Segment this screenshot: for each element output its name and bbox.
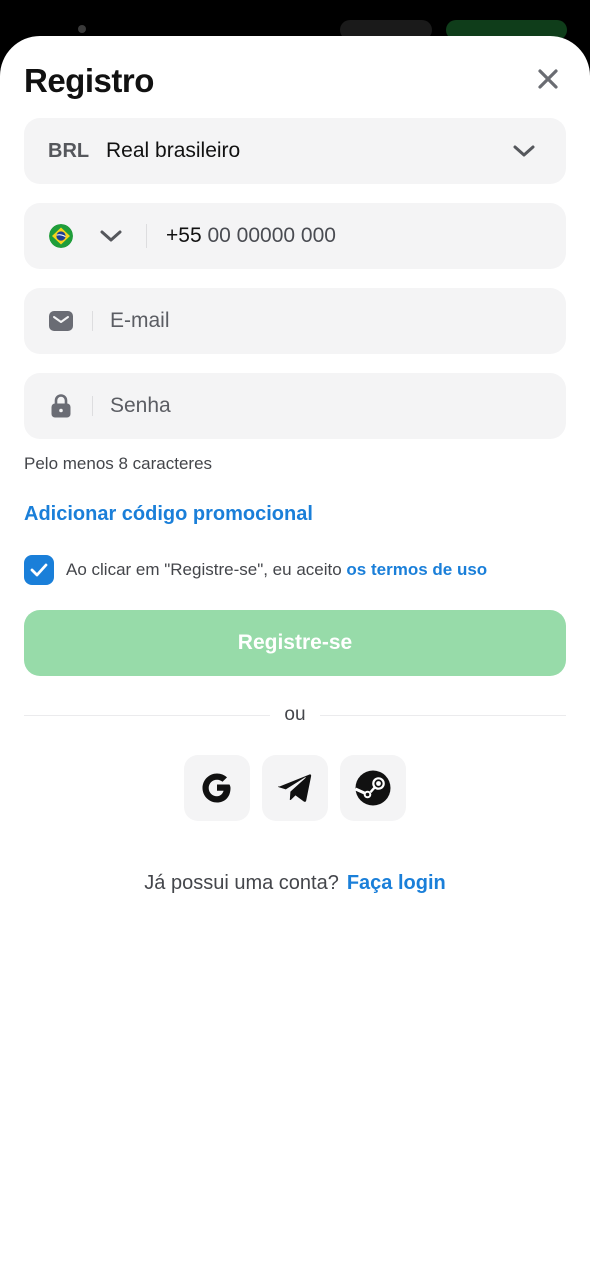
google-login-button[interactable] bbox=[184, 755, 250, 821]
telegram-icon bbox=[278, 774, 312, 802]
divider bbox=[92, 311, 93, 331]
steam-icon bbox=[354, 770, 391, 806]
currency-code: BRL bbox=[48, 139, 90, 162]
telegram-login-button[interactable] bbox=[262, 755, 328, 821]
or-divider: ou bbox=[24, 704, 566, 728]
login-link[interactable]: Faça login bbox=[347, 872, 446, 894]
divider bbox=[146, 224, 147, 248]
registration-sheet: Registro BRL Real brasileiro +55 00 0000… bbox=[0, 36, 590, 1280]
lock-icon bbox=[48, 394, 74, 418]
add-promo-code-link[interactable]: Adicionar código promocional bbox=[24, 503, 313, 526]
country-code: +55 bbox=[166, 224, 202, 247]
phone-field: +55 00 00000 000 bbox=[24, 203, 566, 269]
password-hint: Pelo menos 8 caracteres bbox=[24, 454, 213, 473]
chevron-down-icon bbox=[509, 138, 539, 164]
steam-login-button[interactable] bbox=[340, 755, 406, 821]
checkmark-icon bbox=[30, 563, 48, 577]
login-prompt: Já possui uma conta? Faça login bbox=[0, 872, 590, 895]
backdrop-indicator bbox=[78, 25, 86, 33]
divider bbox=[92, 396, 93, 416]
login-prompt-text: Já possui uma conta? bbox=[144, 872, 339, 894]
terms-checkbox[interactable] bbox=[24, 555, 54, 585]
brazil-flag-icon[interactable] bbox=[49, 224, 73, 248]
close-icon bbox=[538, 69, 558, 89]
email-input[interactable] bbox=[110, 288, 550, 354]
password-field bbox=[24, 373, 566, 439]
google-icon bbox=[202, 773, 231, 803]
phone-input[interactable]: +55 00 00000 000 bbox=[166, 224, 336, 248]
terms-label: Ao clicar em "Registre-se", eu aceito os… bbox=[66, 560, 487, 580]
currency-select[interactable]: BRL Real brasileiro bbox=[24, 118, 566, 184]
terms-of-use-link[interactable]: os termos de uso bbox=[346, 560, 487, 579]
terms-text: Ao clicar em "Registre-se", eu aceito bbox=[66, 560, 347, 579]
phone-placeholder: 00 00000 000 bbox=[207, 224, 336, 247]
page-title: Registro bbox=[24, 62, 154, 99]
password-input[interactable] bbox=[110, 373, 550, 439]
country-chevron-down-icon[interactable] bbox=[96, 223, 126, 249]
register-button[interactable]: Registre-se bbox=[24, 610, 566, 676]
divider-line bbox=[320, 715, 566, 716]
currency-name: Real brasileiro bbox=[106, 139, 241, 162]
mail-icon bbox=[48, 309, 74, 333]
email-field bbox=[24, 288, 566, 354]
close-button[interactable] bbox=[532, 63, 564, 95]
